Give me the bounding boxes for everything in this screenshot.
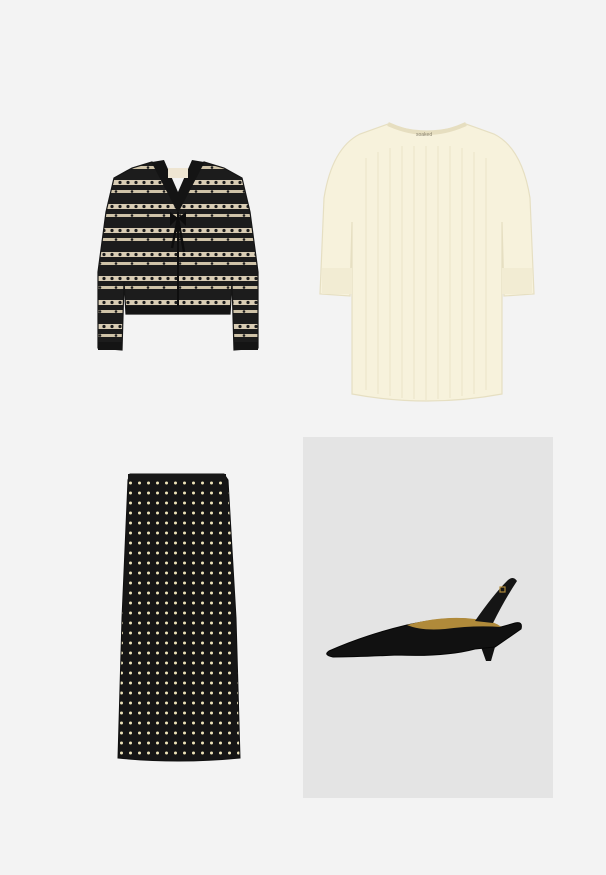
skirt-illustration (117, 473, 241, 762)
brand-tag: soaked (416, 132, 433, 138)
shoe-image (303, 437, 553, 798)
skirt-image (108, 468, 248, 764)
knit-top-illustration (319, 122, 535, 402)
slingback-pump-illustration (326, 578, 522, 661)
cardigan-image (92, 152, 264, 354)
cardigan-illustration (97, 160, 259, 351)
knit-top-image: soaked (318, 118, 536, 410)
